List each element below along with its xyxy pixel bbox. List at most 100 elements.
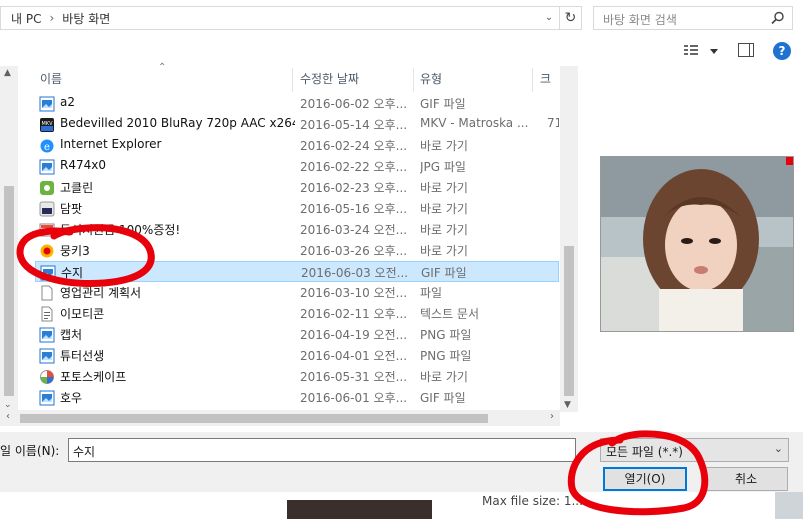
file-name: 수지 (61, 266, 84, 280)
image-file-icon (39, 96, 55, 112)
scroll-down-icon[interactable]: ⌄ (4, 400, 12, 410)
filename-input[interactable]: 수지 (68, 438, 576, 462)
file-type: 바로 가기 (420, 202, 468, 216)
column-divider[interactable] (413, 68, 414, 92)
file-name: 담팟 (60, 202, 83, 216)
refresh-button[interactable]: ↻ (560, 6, 582, 30)
file-name: 이모티콘 (60, 307, 105, 321)
search-box[interactable]: 바탕 화면 검색 (593, 6, 793, 30)
column-divider[interactable] (292, 68, 293, 92)
file-date: 2016-03-26 오후... (300, 244, 408, 258)
file-size: 71 (547, 116, 559, 130)
file-row[interactable]: 담팟 2016-05-16 오후... 바로 가기 (35, 198, 559, 219)
file-type: GIF 파일 (420, 97, 466, 111)
file-row[interactable]: 포토스케이프 2016-05-31 오전... 바로 가기 (35, 366, 559, 387)
breadcrumb-separator: › (49, 11, 55, 25)
file-name: 뭉키3 (60, 244, 90, 258)
game-shortcut-icon (39, 243, 55, 259)
open-button[interactable]: 열기(O) (603, 467, 687, 491)
file-date: 2016-04-19 오전... (300, 328, 408, 342)
scroll-up-icon[interactable]: ▲ (4, 68, 11, 78)
file-type: 텍스트 문서 (420, 307, 480, 321)
text-file-icon (39, 306, 55, 322)
file-date: 2016-06-01 오후... (300, 391, 408, 405)
file-type: PNG 파일 (420, 328, 472, 342)
svg-text:MKV: MKV (41, 121, 53, 127)
file-row[interactable]: 수지 2016-06-03 오전... GIF 파일 (35, 261, 559, 282)
column-header-size[interactable]: 크기 (540, 68, 560, 90)
file-type: PNG 파일 (420, 349, 472, 363)
file-type: 바로 가기 (420, 223, 468, 237)
address-bar[interactable]: 내 PC › 바탕 화면 ⌄ (0, 6, 560, 30)
help-icon[interactable]: ? (773, 42, 791, 60)
file-row[interactable]: R474x0 2016-02-22 오후... JPG 파일 (35, 156, 559, 177)
file-row[interactable]: 이모티콘 2016-02-11 오후... 텍스트 문서 (35, 303, 559, 324)
file-type-select[interactable]: 모든 파일 (*.*) ⌄ (600, 438, 789, 462)
file-type: GIF 파일 (420, 391, 466, 405)
filename-value: 수지 (73, 445, 96, 459)
image-preview (600, 156, 794, 332)
file-name: 고클린 (60, 181, 94, 195)
breadcrumb-this-pc[interactable]: 내 PC (1, 10, 41, 27)
scrollbar-thumb[interactable] (564, 246, 574, 396)
file-type: 바로 가기 (420, 181, 468, 195)
scroll-right-icon[interactable]: › (550, 411, 554, 422)
breadcrumb-desktop[interactable]: 바탕 화면 (62, 10, 110, 27)
file-row[interactable]: 고클린 2016-02-23 오후... 바로 가기 (35, 177, 559, 198)
file-name: 포토스케이프 (60, 370, 127, 384)
file-row[interactable]: 독서지원금 100%증정! 2016-03-24 오전... 바로 가기 (35, 219, 559, 240)
filename-label: 일 이름(N): (0, 444, 60, 458)
cancel-button[interactable]: 취소 (704, 467, 788, 491)
file-row[interactable]: e Internet Explorer 2016-02-24 오후... 바로 가기 (35, 135, 559, 156)
file-name: R474x0 (60, 158, 106, 172)
file-row[interactable]: 뭉키3 2016-03-26 오후... 바로 가기 (35, 240, 559, 261)
image-file-icon (39, 159, 55, 175)
image-file-icon (39, 390, 55, 406)
chevron-down-icon: ⌄ (773, 442, 783, 455)
file-date: 2016-02-22 오후... (300, 160, 408, 174)
horizontal-scrollbar[interactable]: ‹ › (0, 410, 560, 426)
file-row[interactable]: 영업관리 계획서 2016-03-10 오전... 파일 (35, 282, 559, 303)
preview-pane-icon[interactable] (738, 43, 754, 57)
file-type: 바로 가기 (420, 370, 468, 384)
image-file-icon (39, 327, 55, 343)
file-name: a2 (60, 95, 75, 109)
file-name: 독서지원금 100%증정! (60, 223, 181, 237)
scrollbar-thumb[interactable] (20, 414, 488, 423)
column-divider[interactable] (532, 68, 533, 92)
column-header-name[interactable]: 이름 (40, 68, 290, 90)
search-icon (771, 11, 784, 25)
file-row[interactable]: 캡처 2016-04-19 오전... PNG 파일 (35, 324, 559, 345)
file-date: 2016-05-16 오후... (300, 202, 408, 216)
file-name: 튜터선생 (60, 349, 105, 363)
daumpot-shortcut-icon (39, 201, 55, 217)
file-type: 바로 가기 (420, 139, 468, 153)
scrollbar-thumb[interactable] (4, 186, 14, 396)
scroll-left-icon[interactable]: ‹ (6, 411, 10, 422)
file-date: 2016-03-10 오전... (300, 286, 408, 300)
file-row[interactable]: a2 2016-06-02 오후... GIF 파일 (35, 93, 559, 114)
file-date: 2016-03-24 오전... (300, 223, 408, 237)
file-list-scrollbar[interactable]: ▼ (560, 66, 578, 412)
image-file-icon (40, 265, 56, 281)
column-header-date[interactable]: 수정한 날짜 (300, 68, 410, 90)
scroll-down-icon[interactable]: ▼ (564, 400, 571, 410)
file-name: 영업관리 계획서 (60, 286, 142, 300)
file-name: 캡처 (60, 328, 83, 342)
left-pane-scrollbar[interactable]: ▲ ⌄ (0, 66, 18, 412)
file-row[interactable]: 호우 2016-06-01 오후... GIF 파일 (35, 387, 559, 408)
file-row[interactable]: MKV Bedevilled 2010 BluRay 720p AAC x264.… (35, 114, 559, 135)
view-details-icon (684, 45, 718, 55)
svg-text:e: e (44, 142, 50, 153)
file-type: 파일 (420, 286, 443, 300)
search-placeholder: 바탕 화면 검색 (603, 13, 677, 27)
view-options-button[interactable] (683, 42, 719, 60)
file-type: GIF 파일 (421, 266, 467, 280)
chevron-down-icon[interactable]: ⌄ (541, 10, 557, 26)
file-date: 2016-06-03 오전... (301, 266, 409, 280)
background-text: Max file size: 1... (482, 494, 583, 508)
column-header-type[interactable]: 유형 (420, 68, 530, 90)
file-date: 2016-02-23 오후... (300, 181, 408, 195)
background-page: Max file size: 1... (0, 492, 803, 519)
file-row[interactable]: 튜터선생 2016-04-01 오전... PNG 파일 (35, 345, 559, 366)
